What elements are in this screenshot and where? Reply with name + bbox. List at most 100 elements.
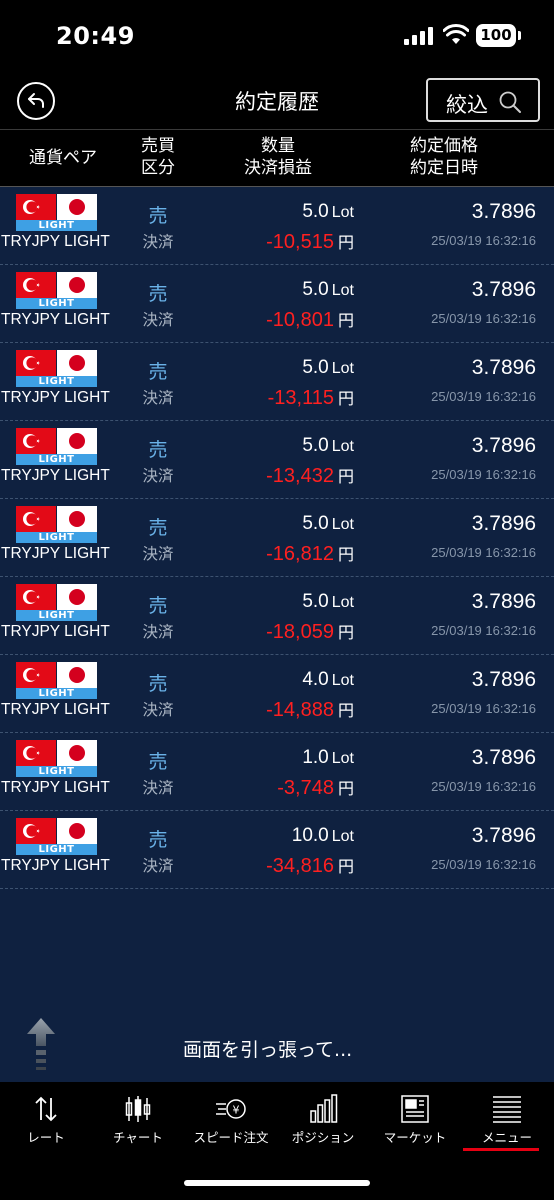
pnl-value: -14,888 (266, 699, 334, 721)
trade-side: 売 (148, 439, 168, 461)
col-pair: 通貨ペア (29, 148, 97, 168)
tab-label: チャート (113, 1130, 163, 1145)
pnl-value: -13,115 (267, 387, 334, 409)
qty-unit: Lot (331, 204, 354, 221)
table-row[interactable]: LIGHT TRYJPY LIGHT 売 決済 5.0 Lot -18,059 円 … (0, 577, 554, 655)
qty-value: 4.0 (302, 669, 329, 690)
qty-unit: Lot (331, 282, 354, 299)
table-row[interactable]: LIGHT TRYJPY LIGHT 売 決済 5.0 Lot -10,515 円 … (0, 187, 554, 265)
tab-market[interactable]: マーケット (369, 1082, 461, 1152)
turkey-flag-icon (16, 584, 56, 610)
pnl-currency: 円 (337, 625, 354, 642)
table-row[interactable]: LIGHT TRYJPY LIGHT 売 決済 5.0 Lot -13,432 円 … (0, 421, 554, 499)
trade-quantity: 4.0 Lot (302, 669, 354, 691)
tab-rate[interactable]: レート (0, 1082, 92, 1152)
table-row[interactable]: LIGHT TRYJPY LIGHT 売 決済 5.0 Lot -10,801 円 … (0, 265, 554, 343)
table-row[interactable]: LIGHT TRYJPY LIGHT 売 決済 4.0 Lot -14,888 円 … (0, 655, 554, 733)
turkey-flag-icon (16, 428, 56, 454)
turkey-flag-icon (16, 818, 56, 844)
settlement-pnl: -3,748 円 (277, 775, 354, 800)
qty-unit: Lot (331, 750, 354, 767)
tab-speed-order[interactable]: ¥ スピード注文 (185, 1082, 277, 1152)
settlement-pnl: -18,059 円 (266, 619, 354, 644)
qty-value: 5.0 (302, 591, 329, 612)
pnl-currency: 円 (337, 391, 354, 408)
trade-side: 売 (148, 361, 168, 383)
table-row[interactable]: LIGHT TRYJPY LIGHT 売 決済 10.0 Lot -34,816 円… (0, 811, 554, 889)
currency-pair-flag: LIGHT (16, 662, 97, 699)
trade-side: 売 (148, 283, 168, 305)
light-badge: LIGHT (16, 688, 97, 699)
qty-value: 5.0 (302, 513, 329, 534)
pair-name: TRYJPY LIGHT (1, 623, 110, 640)
japan-flag-icon (57, 584, 97, 610)
pair-name: TRYJPY LIGHT (1, 779, 110, 796)
pair-name: TRYJPY LIGHT (1, 389, 110, 406)
qty-value: 5.0 (302, 357, 329, 378)
home-indicator[interactable] (184, 1180, 370, 1186)
trade-side: 売 (148, 829, 168, 851)
trade-quantity: 1.0 Lot (302, 747, 354, 769)
trade-kind: 決済 (142, 545, 174, 563)
trade-history-list: LIGHT TRYJPY LIGHT 売 決済 5.0 Lot -10,515 円 … (0, 187, 554, 889)
execution-datetime: 25/03/19 16:32:16 (431, 701, 536, 716)
tab-label: レート (27, 1130, 65, 1145)
trade-kind: 決済 (142, 233, 174, 251)
currency-pair-flag: LIGHT (16, 194, 97, 231)
execution-datetime: 25/03/19 16:32:16 (431, 623, 536, 638)
filter-button[interactable]: 絞込 (426, 78, 540, 122)
execution-datetime: 25/03/19 16:32:16 (431, 467, 536, 482)
col-qty-line1: 数量 (261, 136, 295, 156)
pnl-currency: 円 (337, 313, 354, 330)
settlement-pnl: -34,816 円 (266, 853, 354, 878)
pnl-value: -18,059 (266, 621, 334, 643)
trade-quantity: 5.0 Lot (302, 201, 354, 223)
battery-icon: 100 (476, 24, 516, 47)
trade-kind: 決済 (142, 857, 174, 875)
candlestick-icon (92, 1094, 184, 1124)
execution-price: 3.7896 (471, 512, 536, 535)
status-time: 20:49 (56, 22, 135, 50)
japan-flag-icon (57, 272, 97, 298)
tab-label: マーケット (383, 1130, 447, 1145)
pair-name: TRYJPY LIGHT (1, 467, 110, 484)
pnl-currency: 円 (337, 703, 354, 720)
settlement-pnl: -13,432 円 (266, 463, 354, 488)
menu-lines-icon (461, 1094, 553, 1124)
execution-datetime: 25/03/19 16:32:16 (431, 545, 536, 560)
table-row[interactable]: LIGHT TRYJPY LIGHT 売 決済 1.0 Lot -3,748 円 3… (0, 733, 554, 811)
filter-label: 絞込 (446, 93, 488, 117)
tab-chart[interactable]: チャート (92, 1082, 184, 1152)
qty-unit: Lot (331, 516, 354, 533)
wifi-icon (443, 24, 469, 44)
pnl-currency: 円 (337, 859, 354, 876)
column-header: 通貨ペア 売買 区分 数量 決済損益 約定価格 約定日時 (0, 130, 554, 187)
execution-datetime: 25/03/19 16:32:16 (431, 233, 536, 248)
nav-header: 約定履歴 絞込 (0, 72, 554, 130)
settlement-pnl: -16,812 円 (266, 541, 354, 566)
tab-menu[interactable]: メニュー (461, 1082, 553, 1152)
settlement-pnl: -10,801 円 (266, 307, 354, 332)
japan-flag-icon (57, 350, 97, 376)
turkey-flag-icon (16, 740, 56, 766)
pair-name: TRYJPY LIGHT (1, 701, 110, 718)
table-row[interactable]: LIGHT TRYJPY LIGHT 売 決済 5.0 Lot -13,115 円 … (0, 343, 554, 421)
col-side-line1: 売買 (141, 136, 175, 156)
search-icon (499, 91, 521, 113)
pnl-currency: 円 (337, 547, 354, 564)
currency-pair-flag: LIGHT (16, 740, 97, 777)
active-tab-indicator (463, 1148, 539, 1151)
col-side: 売買 区分 (138, 135, 178, 179)
execution-price: 3.7896 (471, 824, 536, 847)
trade-kind: 決済 (142, 467, 174, 485)
settlement-pnl: -10,515 円 (266, 229, 354, 254)
turkey-flag-icon (16, 350, 56, 376)
qty-unit: Lot (331, 360, 354, 377)
pull-to-refresh-text: 画面を引っ張って... (183, 1039, 353, 1061)
table-row[interactable]: LIGHT TRYJPY LIGHT 売 決済 5.0 Lot -16,812 円 … (0, 499, 554, 577)
back-button[interactable] (17, 82, 55, 120)
japan-flag-icon (57, 818, 97, 844)
currency-pair-flag: LIGHT (16, 584, 97, 621)
tab-position[interactable]: ポジション (277, 1082, 369, 1152)
turkey-flag-icon (16, 194, 56, 220)
